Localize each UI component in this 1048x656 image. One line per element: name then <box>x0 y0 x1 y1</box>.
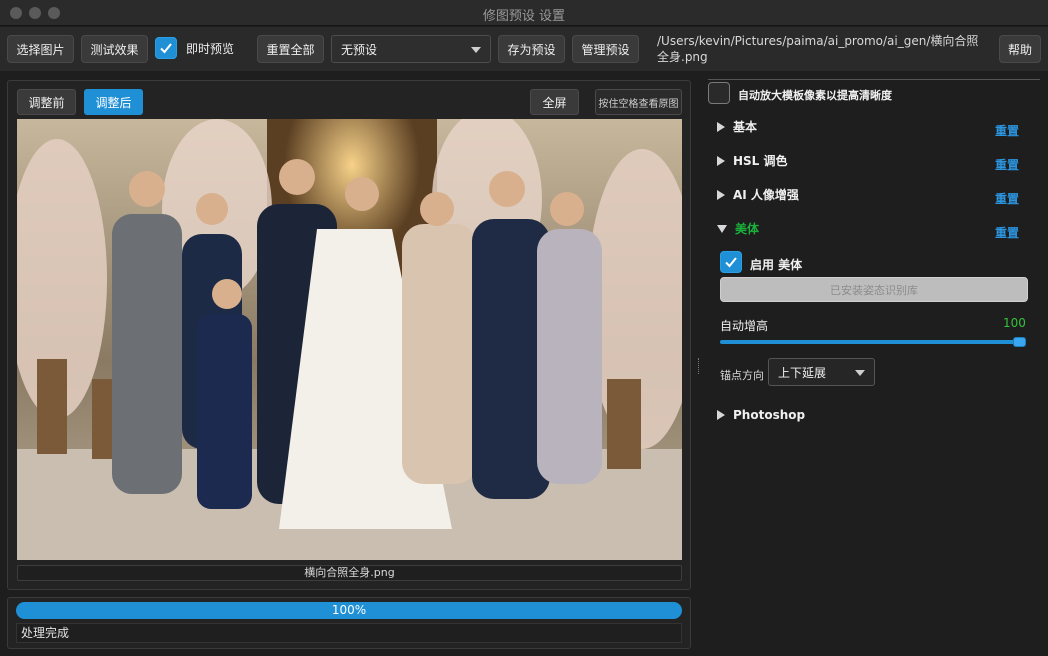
section-ai-portrait-label: AI 人像增强 <box>733 188 799 202</box>
hold-space-original-button[interactable]: 按住空格查看原图 <box>595 89 682 115</box>
fullscreen-button[interactable]: 全屏 <box>530 89 579 115</box>
status-text: 处理完成 <box>16 623 682 643</box>
select-image-button[interactable]: 选择图片 <box>7 35 74 63</box>
section-photoshop[interactable]: Photoshop <box>717 408 805 422</box>
pose-library-button[interactable]: 已安装姿态识别库 <box>720 277 1028 302</box>
collapse-arrow-icon <box>717 224 727 233</box>
splitter-handle[interactable] <box>698 358 700 374</box>
auto-upscale-checkbox[interactable] <box>708 82 730 104</box>
image-caption: 横向合照全身.png <box>17 565 682 581</box>
anchor-direction-select[interactable]: 上下延展 <box>768 358 875 386</box>
expand-arrow-icon <box>717 155 725 166</box>
reset-basic-link[interactable]: 重置 <box>995 122 1019 139</box>
toolbar: 选择图片 测试效果 即时预览 重置全部 无预设 存为预设 管理预设 /Users… <box>0 27 1048 71</box>
auto-height-slider-track[interactable] <box>720 340 1025 344</box>
expand-arrow-icon <box>717 189 725 200</box>
section-hsl-label: HSL 调色 <box>733 154 788 168</box>
reset-body-link[interactable]: 重置 <box>995 224 1019 241</box>
section-basic-label: 基本 <box>733 120 758 134</box>
chevron-down-icon <box>855 370 865 376</box>
help-button[interactable]: 帮助 <box>999 35 1041 63</box>
reset-ai-portrait-link[interactable]: 重置 <box>995 190 1019 207</box>
preset-select-value: 无预设 <box>341 42 378 57</box>
section-body-label: 美体 <box>735 222 760 236</box>
checkmark-icon <box>725 257 737 268</box>
settings-divider <box>708 79 1040 80</box>
checkmark-icon <box>160 43 172 54</box>
save-preset-button[interactable]: 存为预设 <box>498 35 565 63</box>
section-body[interactable]: 美体 <box>717 220 759 237</box>
expand-arrow-icon <box>717 410 725 420</box>
chevron-down-icon <box>471 47 481 53</box>
progress-bar: 100% <box>16 602 682 619</box>
file-path: /Users/kevin/Pictures/paima/ai_promo/ai_… <box>657 34 979 64</box>
expand-arrow-icon <box>717 121 725 132</box>
reset-hsl-link[interactable]: 重置 <box>995 156 1019 173</box>
live-preview-label: 即时预览 <box>186 42 235 56</box>
window-title: 修图预设 设置 <box>482 9 566 24</box>
section-hsl[interactable]: HSL 调色 <box>717 152 788 169</box>
title-bar: 修图预设 设置 <box>0 0 1048 26</box>
auto-upscale-label: 自动放大模板像素以提高清晰度 <box>738 89 892 102</box>
tab-after[interactable]: 调整后 <box>84 89 143 115</box>
preview-image <box>17 119 682 560</box>
section-basic[interactable]: 基本 <box>717 118 757 135</box>
preset-select[interactable]: 无预设 <box>331 35 491 63</box>
test-effect-button[interactable]: 测试效果 <box>81 35 148 63</box>
enable-body-label: 启用 美体 <box>750 258 803 272</box>
enable-body-checkbox[interactable] <box>720 251 742 273</box>
tab-before[interactable]: 调整前 <box>17 89 76 115</box>
anchor-direction-value: 上下延展 <box>778 365 827 380</box>
auto-height-value: 100 <box>1003 316 1026 330</box>
auto-height-label: 自动增高 <box>720 319 769 333</box>
manage-preset-button[interactable]: 管理预设 <box>572 35 639 63</box>
live-preview-checkbox[interactable] <box>155 37 177 59</box>
section-ai-portrait[interactable]: AI 人像增强 <box>717 186 799 203</box>
auto-height-slider-handle[interactable] <box>1013 337 1026 347</box>
section-photoshop-label: Photoshop <box>733 408 806 422</box>
reset-all-button[interactable]: 重置全部 <box>257 35 324 63</box>
anchor-direction-label: 锚点方向 <box>720 369 764 382</box>
